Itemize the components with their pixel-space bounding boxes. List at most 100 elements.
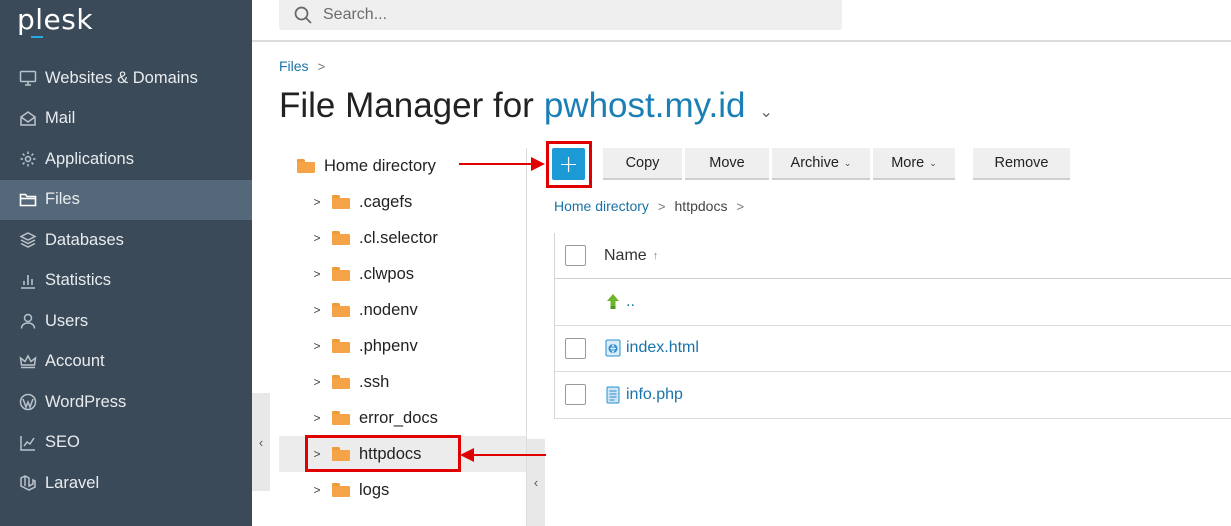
path-current: httpdocs — [674, 198, 728, 214]
chevron-down-icon[interactable]: ⌄ — [759, 102, 772, 122]
domain-selector[interactable]: pwhost.my.id — [544, 86, 746, 126]
tree-item-nodenv[interactable]: > .nodenv — [279, 292, 526, 328]
sidebar-item-wordpress[interactable]: WordPress — [0, 382, 252, 423]
breadcrumb-files-link[interactable]: Files — [279, 58, 309, 74]
path-breadcrumb: Home directory > httpdocs > — [554, 198, 753, 214]
column-label: Name — [604, 246, 647, 264]
file-link[interactable]: .. — [626, 293, 635, 311]
tree-item-clwpos[interactable]: > .clwpos — [279, 256, 526, 292]
remove-button[interactable]: Remove — [973, 148, 1070, 180]
file-name-cell[interactable]: info.php — [604, 386, 683, 404]
seo-chart-icon — [18, 433, 38, 453]
sidebar-nav: Websites & Domains Mail Applications Fil… — [0, 58, 252, 504]
add-button-highlight — [546, 141, 592, 188]
plesk-logo[interactable]: plesk — [17, 3, 93, 36]
path-separator: > — [657, 198, 666, 214]
sidebar-item-applications[interactable]: Applications — [0, 139, 252, 180]
path-home-link[interactable]: Home directory — [554, 198, 649, 214]
breadcrumb: Files > — [279, 58, 325, 74]
archive-button[interactable]: Archive ⌄ — [772, 148, 870, 180]
sidebar-item-databases[interactable]: Databases — [0, 220, 252, 261]
folder-icon — [332, 267, 350, 281]
chevron-right-icon[interactable]: > — [310, 339, 324, 353]
table-row[interactable]: info.php — [555, 372, 1231, 419]
tree-item-home-directory[interactable]: Home directory — [279, 148, 526, 184]
tree-item-phpenv[interactable]: > .phpenv — [279, 328, 526, 364]
tree-item-logs[interactable]: > logs — [279, 472, 526, 508]
sidebar-item-label: Websites & Domains — [45, 68, 198, 87]
database-icon — [18, 230, 38, 250]
sidebar-item-label: Users — [45, 311, 89, 330]
sidebar-item-label: Applications — [45, 149, 134, 168]
sidebar-item-label: SEO — [45, 433, 80, 452]
chevron-right-icon[interactable]: > — [310, 483, 324, 497]
file-link[interactable]: index.html — [626, 339, 699, 357]
file-table: Name ↑ .. index.html info.php — [554, 233, 1231, 419]
folder-icon — [297, 159, 315, 173]
crown-icon — [18, 352, 38, 372]
sidebar-collapse-toggle[interactable]: ‹ — [252, 393, 270, 491]
move-button-label: Move — [709, 155, 745, 171]
search-input[interactable] — [323, 6, 803, 24]
search-icon — [294, 6, 312, 24]
chevron-right-icon[interactable]: > — [310, 411, 324, 425]
breadcrumb-separator: > — [317, 58, 326, 74]
tree-item-ssh[interactable]: > .ssh — [279, 364, 526, 400]
remove-button-label: Remove — [994, 155, 1049, 171]
sidebar-item-label: Account — [45, 352, 105, 371]
select-all-checkbox[interactable] — [565, 245, 586, 266]
sidebar-item-account[interactable]: Account — [0, 342, 252, 383]
monitor-icon — [18, 68, 38, 88]
sidebar-item-laravel[interactable]: Laravel — [0, 463, 252, 504]
sidebar-item-label: Mail — [45, 109, 76, 128]
annotation-arrow-httpdocs — [472, 454, 546, 456]
tree-item-label: error_docs — [359, 408, 438, 427]
copy-button[interactable]: Copy — [603, 148, 682, 180]
folder-icon — [332, 303, 350, 317]
page-title: File Manager for pwhost.my.id ⌄ — [279, 86, 773, 126]
chevron-left-icon: ‹ — [258, 434, 264, 450]
chevron-right-icon[interactable]: > — [310, 195, 324, 209]
file-name-cell[interactable]: index.html — [604, 339, 699, 357]
sidebar-item-label: WordPress — [45, 392, 127, 411]
more-button[interactable]: More ⌄ — [873, 148, 955, 180]
table-header-row: Name ↑ — [555, 233, 1231, 279]
row-checkbox[interactable] — [565, 384, 586, 406]
chevron-right-icon[interactable]: > — [310, 303, 324, 317]
sidebar-item-mail[interactable]: Mail — [0, 99, 252, 140]
row-checkbox[interactable] — [565, 337, 586, 359]
chevron-right-icon[interactable]: > — [310, 375, 324, 389]
tree-collapse-toggle[interactable]: ‹ — [527, 439, 545, 526]
tree-item-label: .phpenv — [359, 336, 418, 355]
sidebar-item-files[interactable]: Files — [0, 179, 252, 220]
tree-item-cagefs[interactable]: > .cagefs — [279, 184, 526, 220]
sidebar-item-websites-domains[interactable]: Websites & Domains — [0, 58, 252, 99]
name-column-header[interactable]: Name ↑ — [604, 247, 658, 265]
sidebar-item-statistics[interactable]: Statistics — [0, 261, 252, 302]
folder-icon — [332, 195, 350, 209]
file-link[interactable]: info.php — [626, 386, 683, 404]
sidebar-item-label: Databases — [45, 230, 124, 249]
move-button[interactable]: Move — [685, 148, 769, 180]
folder-icon — [332, 339, 350, 353]
table-row[interactable]: .. — [555, 279, 1231, 326]
folder-icon — [332, 483, 350, 497]
table-row[interactable]: index.html — [555, 326, 1231, 372]
tree-item-label: logs — [359, 480, 390, 499]
sidebar-item-users[interactable]: Users — [0, 301, 252, 342]
tree-item-cl-selector[interactable]: > .cl.selector — [279, 220, 526, 256]
tree-item-error-docs[interactable]: > error_docs — [279, 400, 526, 436]
folder-icon — [332, 411, 350, 425]
wordpress-icon — [18, 392, 38, 412]
envelope-icon — [18, 109, 38, 129]
chevron-right-icon[interactable]: > — [310, 267, 324, 281]
sidebar-item-seo[interactable]: SEO — [0, 423, 252, 464]
chevron-right-icon[interactable]: > — [310, 231, 324, 245]
up-arrow-icon — [604, 293, 622, 311]
tree-item-label: .clwpos — [359, 264, 415, 283]
folder-icon — [332, 375, 350, 389]
sidebar-item-label: Files — [45, 190, 80, 209]
file-name-cell[interactable]: .. — [604, 293, 635, 311]
header-divider — [252, 40, 1231, 42]
page-title-prefix: File Manager for — [279, 86, 534, 125]
